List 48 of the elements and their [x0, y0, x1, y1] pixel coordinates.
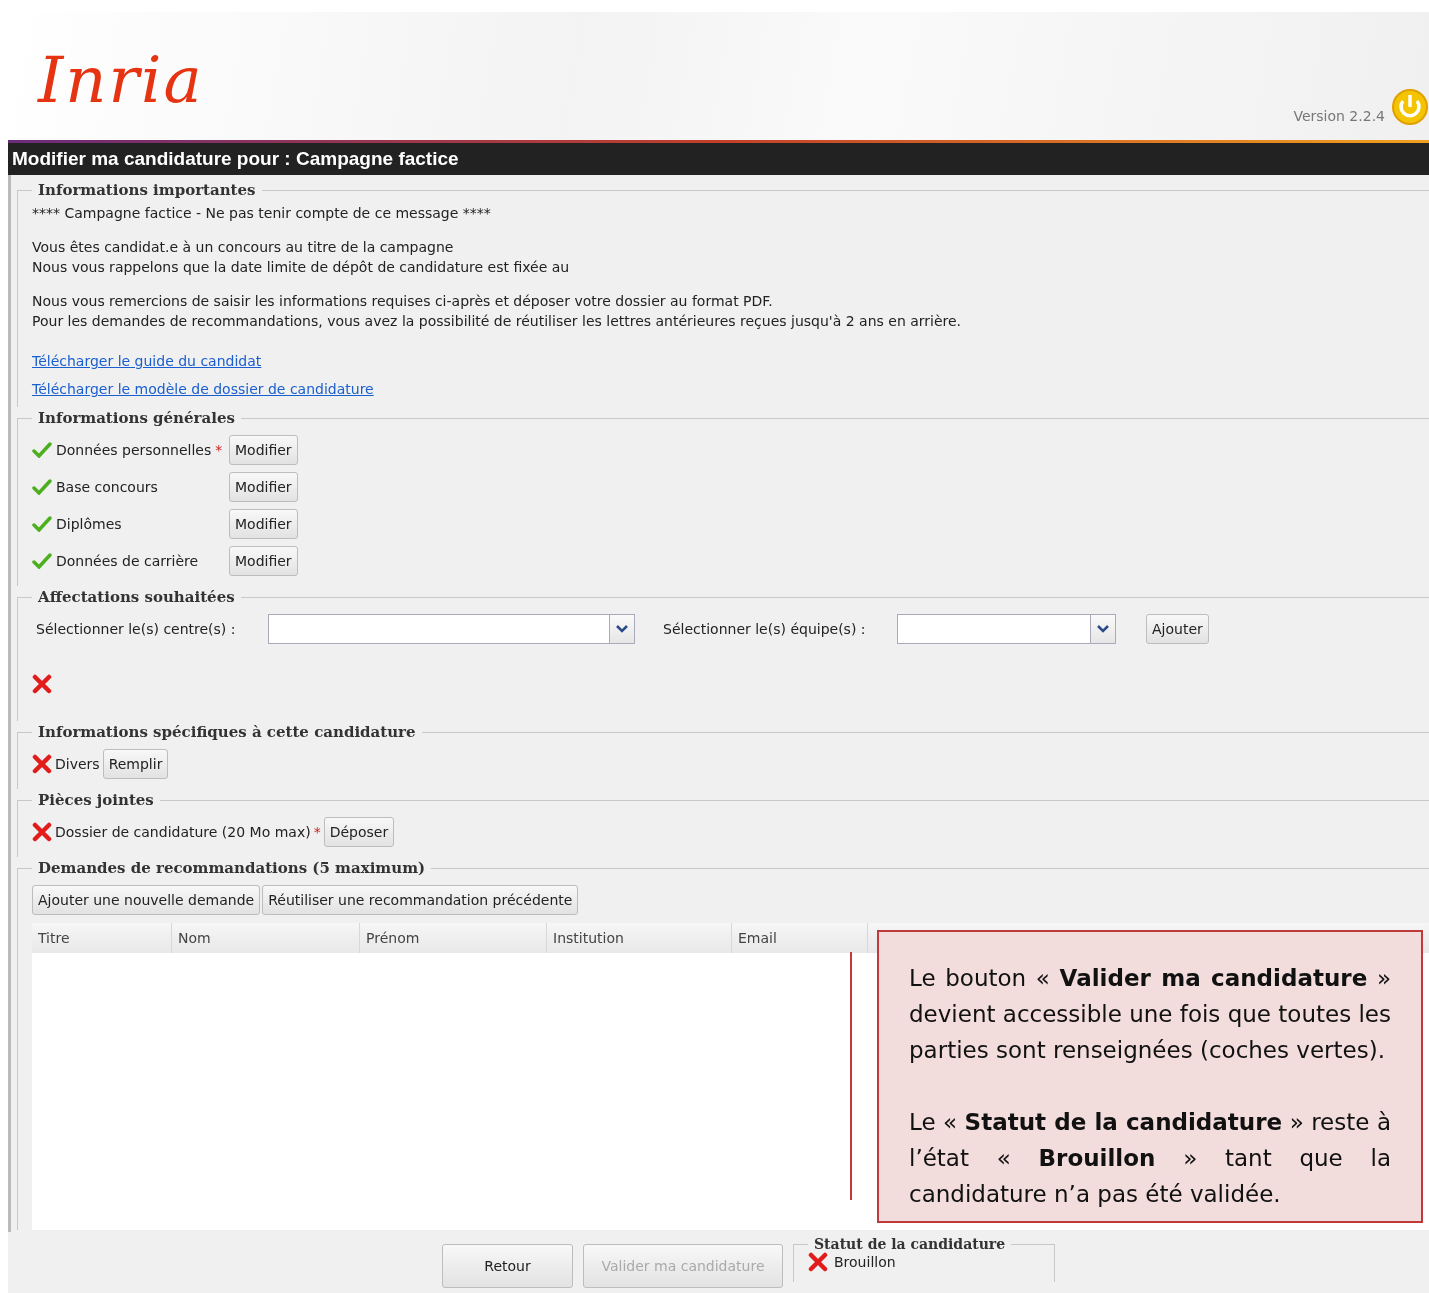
item-label: Données personnelles	[56, 442, 212, 458]
column-header[interactable]: Titre	[32, 923, 172, 953]
item-label: Base concours	[56, 479, 158, 495]
item-button[interactable]: Remplir	[102, 749, 169, 779]
required-mark: *	[215, 442, 223, 458]
centre-dropdown[interactable]	[268, 614, 635, 644]
add-button[interactable]: Ajouter	[1146, 614, 1209, 644]
column-header[interactable]: Nom	[172, 923, 360, 953]
team-dropdown[interactable]	[897, 614, 1116, 644]
column-header[interactable]: Institution	[547, 923, 732, 953]
caret-icon	[616, 625, 628, 633]
section-legend: Pièces jointes	[32, 791, 160, 809]
info-text: Nous vous rappelons que la date limite de dépôt de candidature est fixée au	[32, 259, 571, 275]
info-text: Vous êtes candidat.e à un concours au titre de la campagne	[32, 239, 455, 255]
download-link[interactable]: Télécharger le modèle de dossier de candidature	[32, 381, 374, 397]
item-button[interactable]: Déposer	[323, 817, 395, 847]
item-button[interactable]: Modifier	[229, 435, 298, 465]
version-label: Version 2.2.4	[1293, 108, 1385, 124]
page-title: Modifier ma candidature pour : Campagne factice	[8, 143, 1429, 175]
request-button[interactable]: Réutiliser une recommandation précédente	[262, 885, 579, 915]
info-text: **** Campagne factice - Ne pas tenir compte de ce message ****	[32, 205, 492, 221]
footer-button[interactable]: Retour	[442, 1244, 573, 1288]
item-button[interactable]: Modifier	[229, 546, 298, 576]
team-label: Sélectionner le(s) équipe(s) :	[662, 621, 867, 637]
status-legend: Statut de la candidature	[808, 1236, 1012, 1252]
download-link[interactable]: Télécharger le guide du candidat	[32, 353, 262, 369]
section-legend: Demandes de recommandations (5 maximum)	[32, 859, 432, 877]
section-legend: Affectations souhaitées	[32, 588, 241, 606]
item-label: Données de carrière	[56, 553, 199, 569]
item-label: Diplômes	[56, 516, 122, 532]
item-button[interactable]: Modifier	[229, 472, 298, 502]
info-text: Nous vous remercions de saisir les informations requises ci-après et déposer votre dossier au format PDF.	[32, 293, 774, 309]
section-legend: Informations spécifiques à cette candidature	[32, 723, 422, 741]
status-label: Brouillon	[834, 1254, 896, 1270]
callout-text: Le bouton « Valider ma candidature » devient accessible une fois que toutes les parties sont renseignées (coches vertes).	[909, 964, 1391, 1065]
logo: Inria	[38, 48, 204, 112]
request-button[interactable]: Ajouter une nouvelle demande	[32, 885, 261, 915]
required-mark: *	[313, 824, 321, 840]
callout-text: Le « Statut de la candidature » reste à l’état « Brouillon » tant que la candidature n’a pas été validée.	[909, 1108, 1391, 1209]
item-button[interactable]: Modifier	[229, 509, 298, 539]
centre-label: Sélectionner le(s) centre(s) :	[36, 621, 237, 637]
section-legend: Informations générales	[32, 409, 241, 427]
caret-icon	[1097, 625, 1109, 633]
section-legend: Informations importantes	[32, 181, 262, 199]
info-text: Pour les demandes de recommandations, vous avez la possibilité de réutiliser les lettres antérieures reçues jusqu'à 2 ans en arrière.	[32, 313, 963, 329]
item-label: Dossier de candidature (20 Mo max)	[55, 824, 311, 840]
column-header[interactable]: Prénom	[360, 923, 547, 953]
item-label: Divers	[55, 756, 100, 772]
